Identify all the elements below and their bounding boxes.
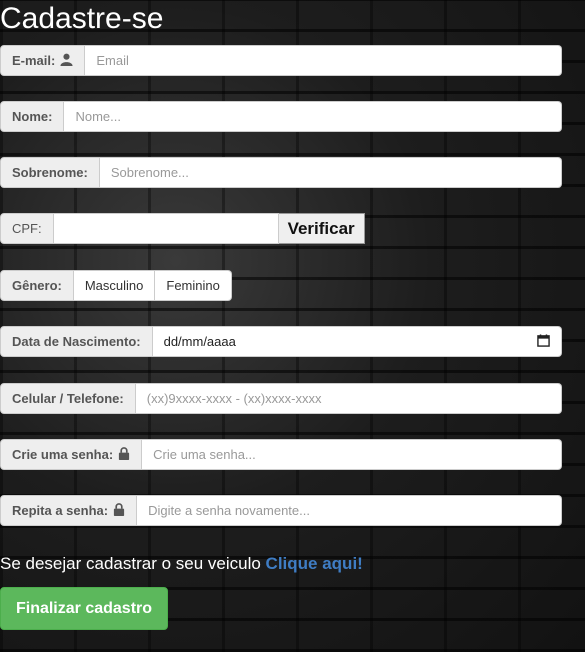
genero-masculino-button[interactable]: Masculino [73,270,156,301]
sobrenome-group: Sobrenome: [0,157,562,188]
lock-icon [113,502,125,519]
page-title: Cadastre-se [0,2,164,35]
genero-group: Gênero: Masculino Feminino [0,270,232,301]
nascimento-value: dd/mm/aaaa [163,334,236,349]
calendar-icon[interactable] [537,333,550,350]
celular-input[interactable] [135,383,562,414]
email-group: E-mail: [0,45,562,76]
sobrenome-input[interactable] [99,157,562,188]
vehicle-register-link[interactable]: Clique aqui! [266,554,363,573]
senha-group: Crie uma senha: [0,439,562,470]
email-label: E-mail: [0,45,86,76]
lock-icon [118,446,130,463]
cpf-group: CPF: Verificar [0,213,365,244]
nascimento-group: Data de Nascimento: dd/mm/aaaa [0,326,562,357]
email-input[interactable] [85,45,562,76]
finalizar-cadastro-button[interactable]: Finalizar cadastro [0,587,168,630]
sobrenome-label: Sobrenome: [0,157,100,188]
genero-label: Gênero: [0,270,74,301]
nascimento-label: Data de Nascimento: [0,326,153,357]
nome-label: Nome: [0,101,65,132]
senha-input[interactable] [142,439,562,470]
repita-senha-group: Repita a senha: [0,495,562,526]
cpf-label: CPF: [0,213,54,244]
user-icon [60,53,73,69]
nascimento-date-input[interactable]: dd/mm/aaaa [152,326,562,357]
cpf-input[interactable] [53,213,279,244]
genero-feminino-button[interactable]: Feminino [155,270,232,301]
senha-label: Crie uma senha: [0,439,143,470]
celular-label: Celular / Telefone: [0,383,136,414]
repita-senha-label: Repita a senha: [0,495,138,526]
repita-senha-input[interactable] [137,495,562,526]
vehicle-register-text: Se desejar cadastrar o seu veiculo Cliqu… [0,554,363,573]
celular-group: Celular / Telefone: [0,383,562,414]
nome-group: Nome: [0,101,562,132]
verificar-button[interactable]: Verificar [278,213,365,244]
nome-input[interactable] [64,101,562,132]
